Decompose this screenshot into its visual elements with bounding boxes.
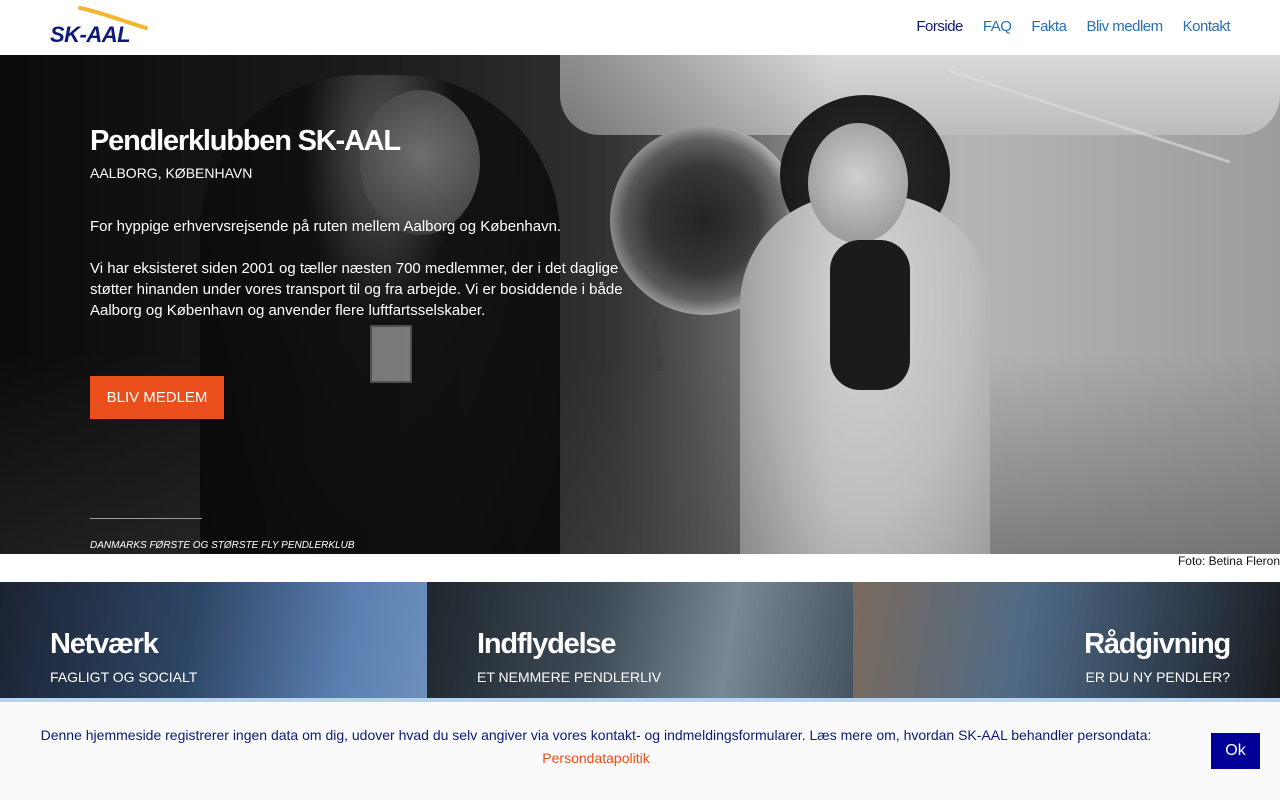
site-header: SK-AAL Forside FAQ Fakta Bliv medlem Kon…: [0, 0, 1280, 55]
hero-divider: [90, 518, 202, 519]
cookie-message: Denne hjemmeside registrerer ingen data …: [40, 724, 1152, 770]
feature-title: Netværk: [50, 628, 159, 660]
cookie-ok-button[interactable]: Ok: [1211, 733, 1260, 769]
feature-blocks: Netværk Fagligt og socialt Indflydelse E…: [0, 582, 1280, 702]
nav-faq[interactable]: FAQ: [983, 18, 1012, 35]
site-logo[interactable]: SK-AAL: [50, 6, 150, 47]
hero-subtitle: Aalborg, København: [90, 165, 253, 181]
hero-tagline: Danmarks første og største fly pendlerkl…: [90, 540, 355, 551]
bliv-medlem-button[interactable]: Bliv medlem: [90, 376, 224, 419]
feature-raadgivning[interactable]: Rådgivning Er du ny pendler?: [853, 582, 1280, 702]
nav-bliv-medlem[interactable]: Bliv medlem: [1086, 18, 1163, 35]
nav-fakta[interactable]: Fakta: [1031, 18, 1067, 35]
feature-subtitle: Et nemmere pendlerliv: [477, 669, 662, 685]
hero-title: Pendlerklubben SK-AAL: [90, 125, 401, 157]
cookie-banner: Denne hjemmeside registrerer ingen data …: [0, 698, 1280, 800]
cookie-text: Denne hjemmeside registrerer ingen data …: [40, 727, 1152, 743]
logo-text: SK-AAL: [50, 22, 131, 47]
nav-forside[interactable]: Forside: [916, 18, 963, 35]
feature-netvaerk[interactable]: Netværk Fagligt og socialt: [0, 582, 427, 702]
feature-title: Rådgivning: [1084, 628, 1231, 660]
photo-credit: Foto: Betina Fleron: [1177, 554, 1280, 568]
feature-subtitle: Fagligt og socialt: [50, 669, 198, 685]
nav-kontakt[interactable]: Kontakt: [1183, 18, 1231, 35]
privacy-policy-link[interactable]: Persondatapolitik: [542, 750, 649, 766]
hero-banner: Pendlerklubben SK-AAL Aalborg, København…: [0, 55, 1280, 554]
feature-subtitle: Er du ny pendler?: [1085, 669, 1230, 685]
feature-indflydelse[interactable]: Indflydelse Et nemmere pendlerliv: [427, 582, 853, 702]
hero-intro: For hyppige erhvervsrejsende på ruten me…: [90, 218, 562, 235]
feature-title: Indflydelse: [477, 628, 616, 660]
main-nav: Forside FAQ Fakta Bliv medlem Kontakt: [916, 18, 1230, 35]
hero-description: Vi har eksisteret siden 2001 og tæller n…: [90, 260, 623, 319]
